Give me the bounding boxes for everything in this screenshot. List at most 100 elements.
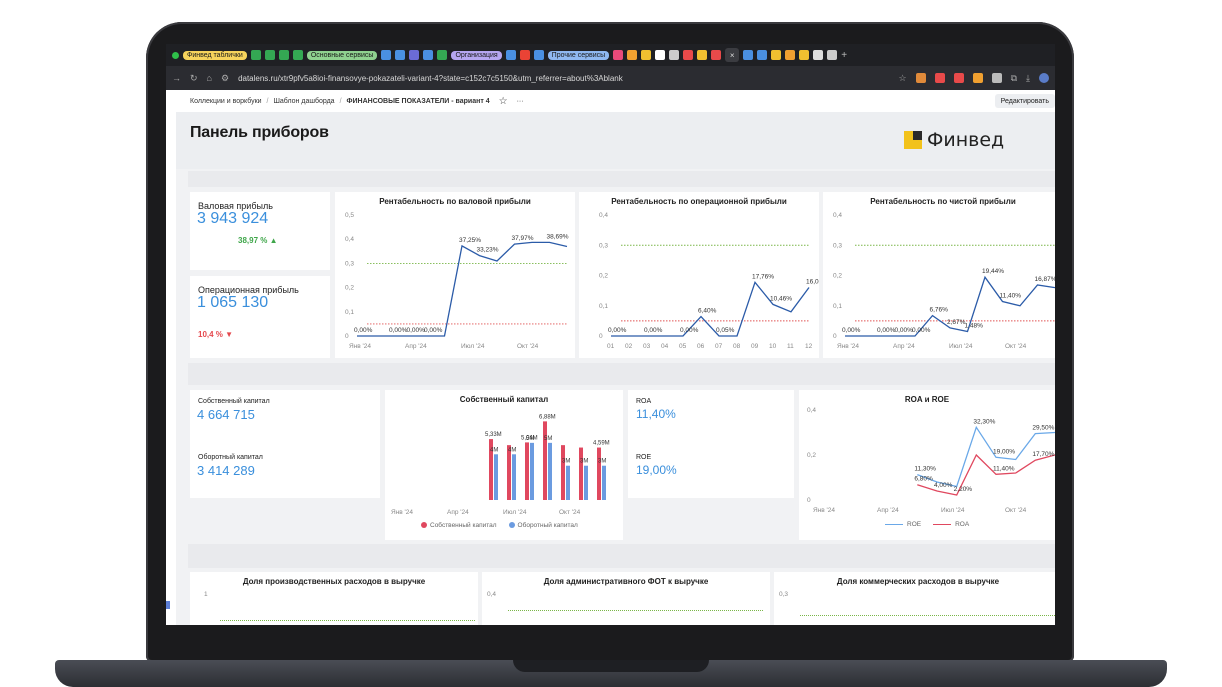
tab-group-other-services[interactable]: Прочие сервисы	[547, 50, 610, 60]
y-tick-label: 0,1	[345, 309, 354, 316]
sheets-icon[interactable]	[250, 50, 261, 60]
service-icon[interactable]	[655, 50, 666, 60]
y-tick-label: 0,3	[599, 242, 608, 249]
new-tab-button[interactable]: +	[841, 50, 847, 61]
profile-avatar[interactable]	[1039, 73, 1049, 83]
sheets-icon[interactable]	[278, 50, 289, 60]
data-label: 0,00%	[354, 327, 373, 334]
sheets-icon[interactable]	[264, 50, 275, 60]
service-icon[interactable]	[813, 50, 824, 60]
data-label: 19,00%	[993, 448, 1015, 455]
x-tick-label: 06	[697, 343, 705, 350]
more-menu-icon[interactable]: ···	[517, 98, 524, 105]
working-capital-label: Оборотный капитал	[198, 454, 263, 461]
legend-item-roe[interactable]: ROE	[885, 521, 921, 528]
docs-icon[interactable]	[757, 50, 768, 60]
active-tab-close-icon[interactable]: ×	[725, 48, 740, 62]
x-tick-label: Янв '24	[349, 343, 371, 350]
url-field[interactable]: datalens.ru/xtr9pfv5a8ioi-finansovye-pok…	[238, 74, 623, 83]
forward-icon[interactable]: →	[172, 73, 181, 83]
bookmark-star-icon[interactable]: ☆	[899, 73, 907, 84]
service-icon[interactable]	[381, 50, 392, 60]
extension-icon[interactable]	[991, 73, 1002, 83]
service-icon[interactable]	[785, 50, 796, 60]
puzzle-icon[interactable]: ⧉	[1011, 73, 1017, 84]
bar-label: 4,59M	[593, 441, 610, 447]
service-icon[interactable]	[423, 50, 434, 60]
tab-group-organization[interactable]: Организация	[451, 50, 502, 60]
extension-icon[interactable]	[972, 73, 983, 83]
breadcrumb-separator: /	[266, 97, 269, 105]
sheets-icon[interactable]	[292, 50, 303, 60]
data-label: 4,00%	[934, 482, 953, 489]
service-icon[interactable]	[395, 50, 406, 60]
download-icon[interactable]: ⤓	[1026, 73, 1030, 84]
service-icon[interactable]	[409, 50, 420, 60]
operating-margin-chart: 0 0,1 0,2 0,3 0,4 01 02 03 04 05 06 07 08 09 10 11 12 0,0…	[599, 212, 819, 350]
bar-equity	[525, 442, 529, 500]
data-label: 2,67%	[947, 319, 966, 326]
y-tick-label: 0,4	[345, 236, 354, 243]
data-label: 16,02%	[806, 279, 819, 286]
service-icon[interactable]	[683, 50, 694, 60]
favorite-star-icon[interactable]: ☆	[499, 96, 508, 107]
service-icon[interactable]	[697, 50, 708, 60]
edit-button[interactable]: Редактировать	[994, 94, 1055, 108]
window-dot-icon[interactable]	[172, 51, 179, 59]
service-icon[interactable]	[799, 50, 810, 60]
service-icon[interactable]	[613, 50, 624, 60]
service-icon[interactable]	[641, 50, 652, 60]
side-indicator	[166, 601, 170, 609]
roa-value: 11,40%	[636, 407, 676, 421]
data-label: 11,40%	[993, 465, 1015, 472]
bar-label: 4M	[508, 447, 516, 453]
reload-icon[interactable]: ↻	[190, 73, 198, 84]
x-tick-label: 10	[769, 343, 777, 350]
legend-item-equity[interactable]: Собственный капитал	[421, 522, 497, 529]
service-icon[interactable]	[627, 50, 638, 60]
bar-equity	[579, 447, 583, 500]
legend-item-working[interactable]: Оборотный капитал	[508, 522, 578, 529]
x-tick-label: 08	[733, 343, 741, 350]
reference-line	[800, 615, 1055, 616]
service-icon[interactable]	[711, 50, 722, 60]
extension-icon[interactable]	[915, 73, 926, 83]
section-divider	[188, 363, 1055, 385]
chart-title: Доля коммерческих расходов в выручке	[836, 577, 1000, 586]
data-label: 6,76%	[930, 307, 949, 314]
service-icon[interactable]	[505, 50, 516, 60]
help-icon[interactable]	[669, 50, 680, 60]
legend-item-roa[interactable]: ROA	[933, 521, 969, 528]
data-label: 0,00%	[912, 327, 931, 334]
x-tick-label: 05	[679, 343, 687, 350]
x-tick-label: Июл '24	[941, 507, 965, 514]
service-icon[interactable]	[827, 50, 838, 60]
screen: Финвед таблички Основные сервисы Организ…	[166, 44, 1055, 625]
section-divider	[188, 171, 1055, 187]
chart-title: Доля административного ФОТ к выручке	[543, 577, 709, 586]
tab-group-finved[interactable]: Финвед таблички	[183, 50, 247, 60]
y-tick-label: 0,2	[599, 273, 608, 280]
breadcrumb-collections[interactable]: Коллекции и воркбуки	[190, 98, 262, 105]
y-tick-label: 0,2	[345, 285, 354, 292]
extension-icon[interactable]	[934, 73, 945, 83]
service-icon[interactable]	[743, 50, 754, 60]
tab-group-main-services[interactable]: Основные сервисы	[306, 50, 378, 60]
site-settings-icon[interactable]: ⚙	[221, 73, 229, 84]
series-line	[357, 241, 568, 337]
gmail-icon[interactable]	[519, 50, 530, 60]
y-tick-label: 0,4	[807, 407, 816, 414]
data-label: 17,76%	[752, 273, 774, 280]
service-icon[interactable]	[437, 50, 448, 60]
operating-profit-card: Операционная прибыль 1 065 130 10,4 % ▼	[190, 276, 330, 358]
extension-icon[interactable]	[953, 73, 964, 83]
laptop-notch	[513, 660, 709, 672]
chart-legend: Собственный капитал Оборотный капитал	[421, 522, 578, 529]
data-label: 0,00%	[424, 327, 443, 334]
home-icon[interactable]: ⌂	[207, 73, 212, 83]
service-icon[interactable]	[771, 50, 782, 60]
data-label: 33,23%	[477, 247, 499, 254]
finved-logo: Финвед	[904, 129, 1004, 151]
docs-icon[interactable]	[533, 50, 544, 60]
breadcrumb-template[interactable]: Шаблон дашборда	[274, 98, 335, 105]
